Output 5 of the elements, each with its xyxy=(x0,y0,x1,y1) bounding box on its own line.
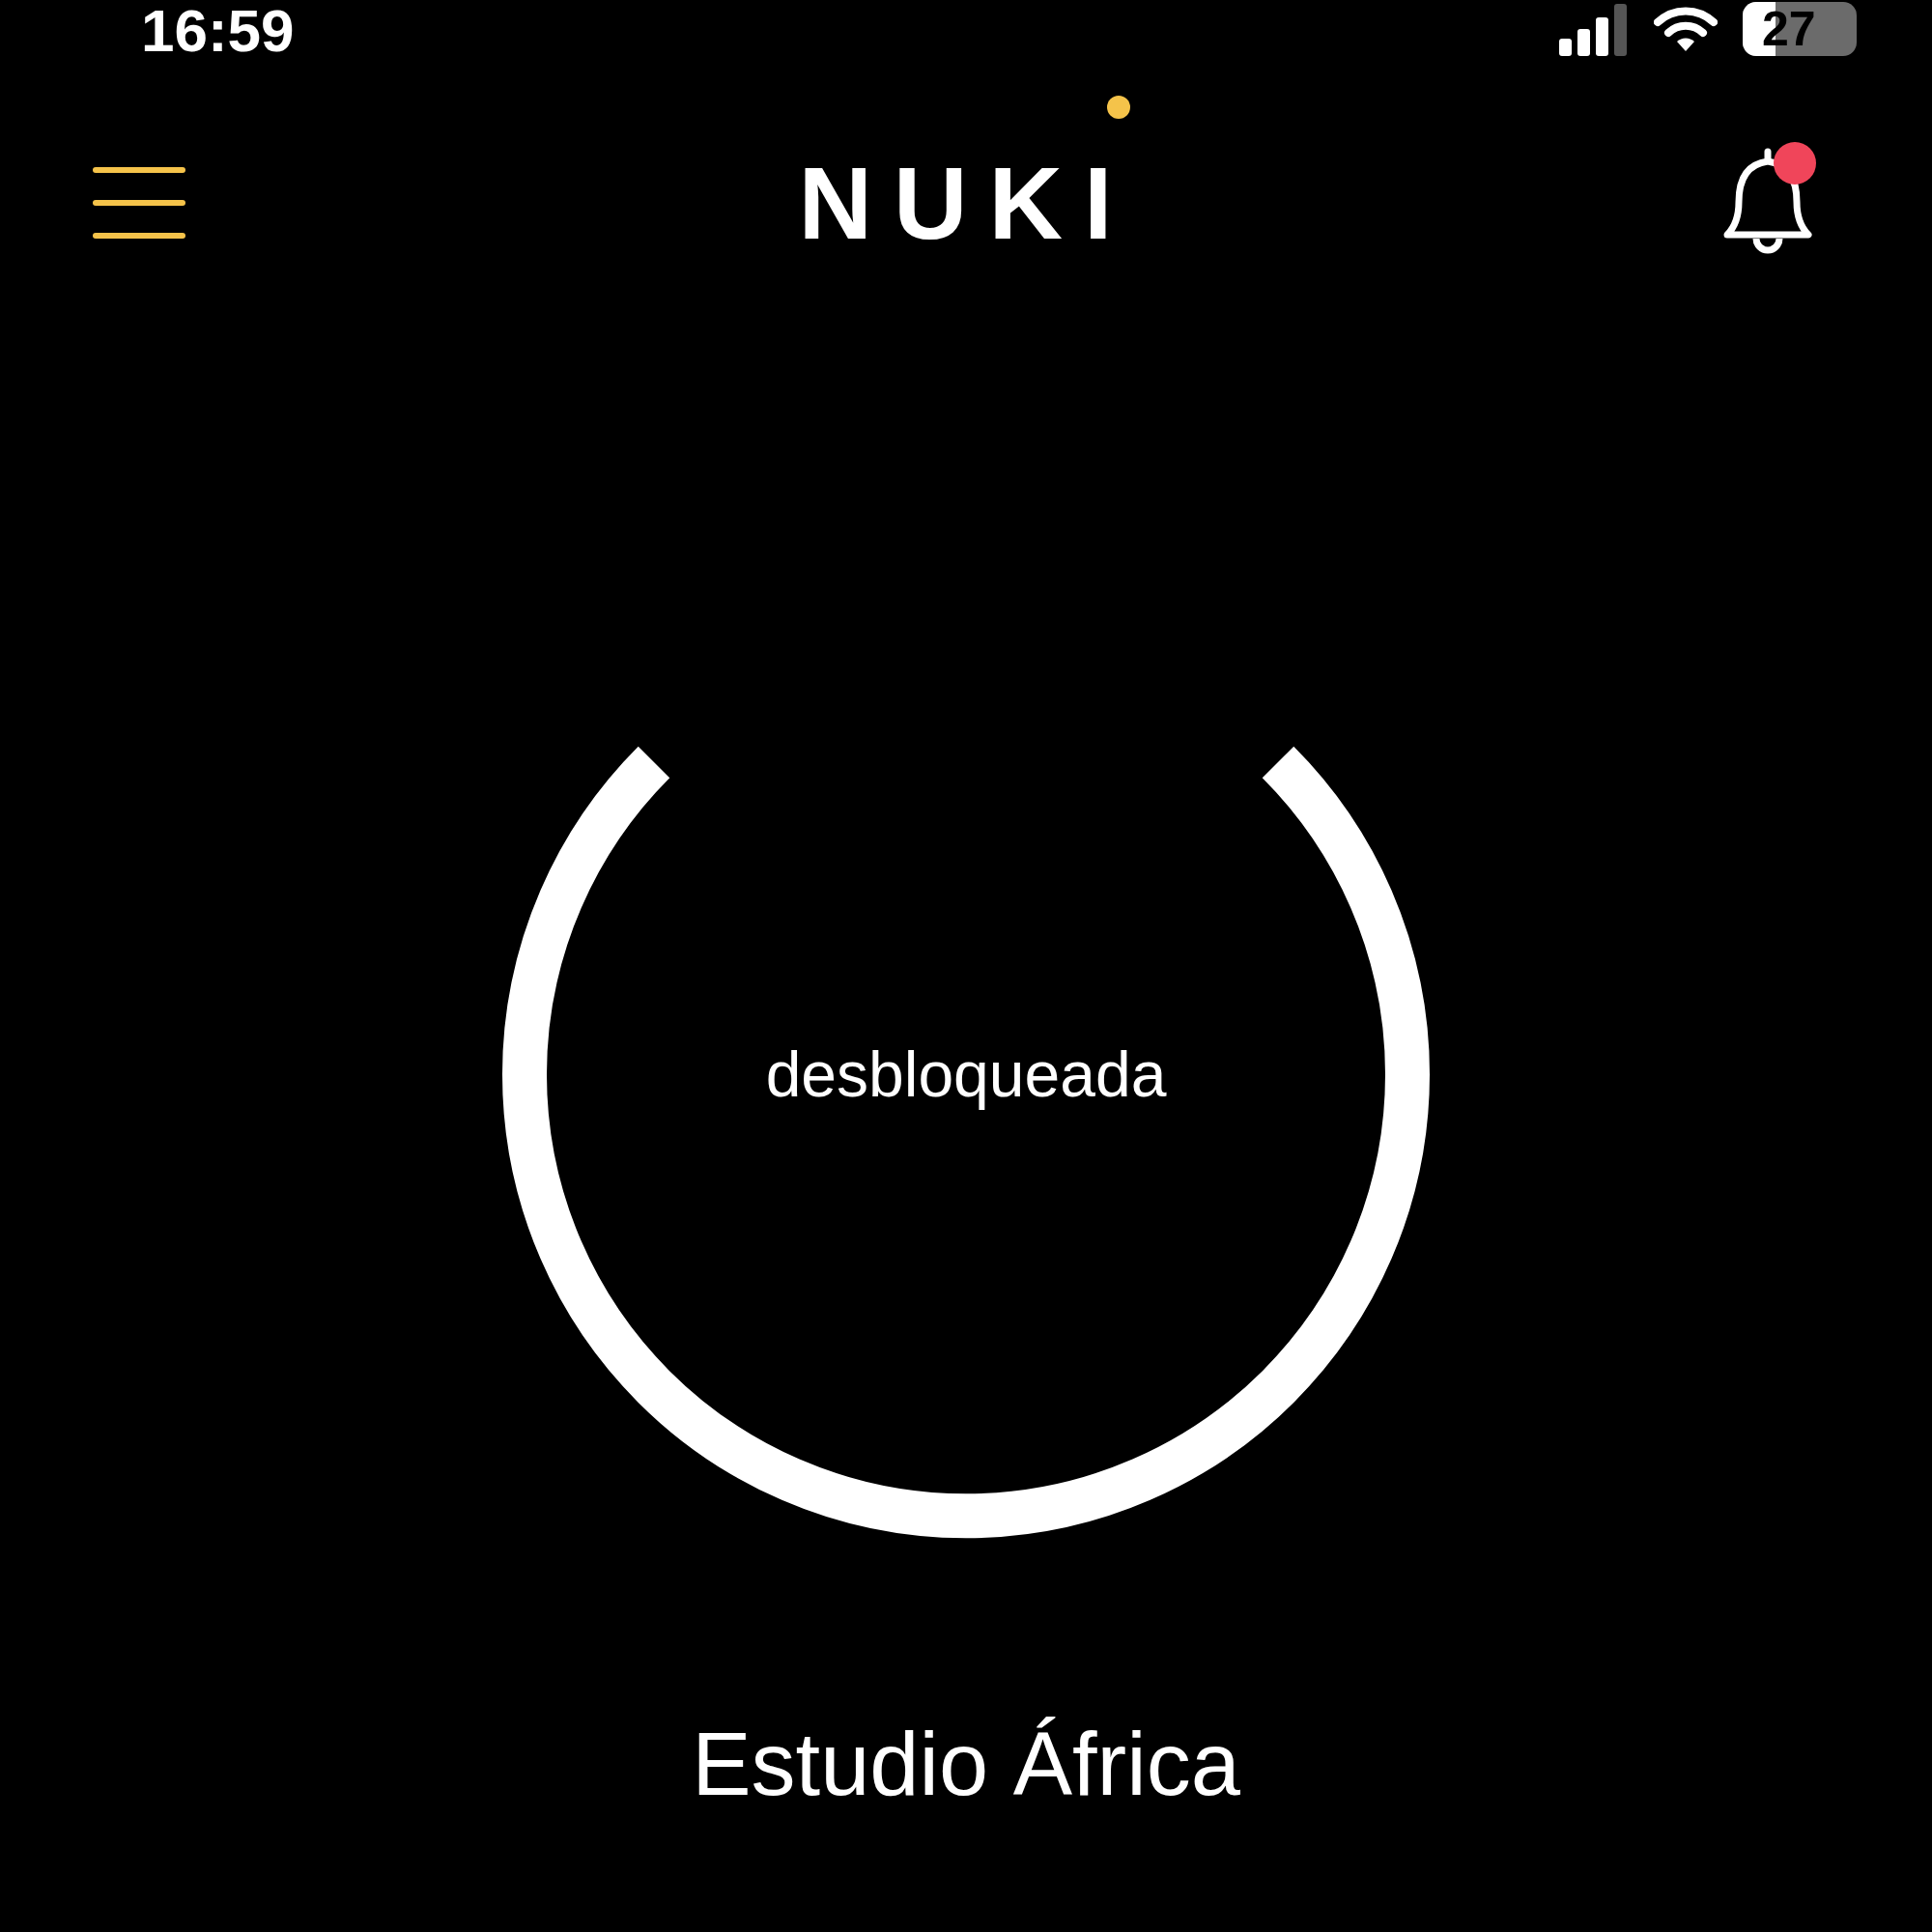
app-logo: NUKI xyxy=(798,146,1134,260)
status-time: 16:59 xyxy=(141,1,295,61)
signal-icon xyxy=(1559,2,1629,56)
menu-button[interactable] xyxy=(93,167,185,239)
wifi-icon xyxy=(1654,5,1718,53)
